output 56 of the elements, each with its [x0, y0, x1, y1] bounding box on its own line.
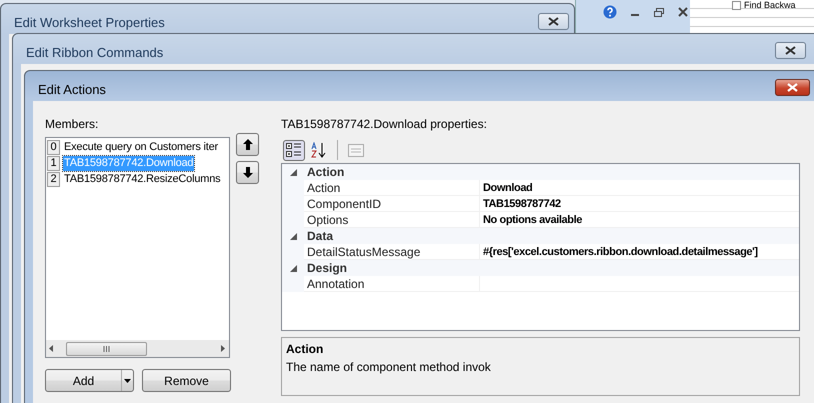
- window-title: Edit Worksheet Properties: [14, 14, 165, 32]
- sort-icon: [311, 142, 327, 158]
- index-label: 1: [47, 156, 60, 170]
- category-label: Design: [306, 260, 348, 276]
- value-field[interactable]: [480, 276, 799, 292]
- window-title: Edit Ribbon Commands: [26, 44, 164, 62]
- property-name[interactable]: ComponentID: [304, 196, 480, 212]
- move-up-button[interactable]: [236, 133, 259, 156]
- members-label: Members:: [45, 116, 100, 133]
- move-down-button[interactable]: [236, 161, 259, 184]
- property-name[interactable]: Action: [304, 180, 480, 196]
- caret-icon: [124, 378, 131, 382]
- restore-icon[interactable]: [654, 8, 664, 16]
- dialog-title: Edit Actions: [38, 81, 106, 99]
- help-icon[interactable]: [603, 5, 617, 19]
- grip-icon: [103, 346, 110, 352]
- collapse-icon[interactable]: [290, 232, 296, 240]
- property-name[interactable]: DetailStatusMessage: [304, 244, 480, 260]
- property-name[interactable]: Annotation: [304, 276, 480, 292]
- member-item[interactable]: TAB1598787742.ResizeColumns: [63, 172, 222, 186]
- horizontal-scrollbar[interactable]: [46, 340, 229, 357]
- collapse-icon[interactable]: [290, 264, 296, 272]
- property-value[interactable]: TAB1598787742: [480, 196, 799, 212]
- properties-label: TAB1598787742.Download properties:: [281, 116, 488, 133]
- categorized-icon: [286, 142, 302, 158]
- member-item[interactable]: Execute query on Customers iter: [63, 140, 219, 154]
- down-arrow-icon: [242, 167, 252, 178]
- members-list[interactable]: 0 Execute query on Customers iter 1 TAB1598787742.Download 2 TAB1598787742.ResizeColumns: [45, 137, 230, 358]
- close-button[interactable]: [538, 13, 569, 30]
- pages-icon: [348, 144, 364, 156]
- remove-button[interactable]: Remove: [142, 369, 231, 392]
- close-button[interactable]: [775, 79, 810, 96]
- index-label: 2: [47, 172, 60, 186]
- categorized-button[interactable]: [283, 140, 305, 160]
- add-button[interactable]: Add: [45, 369, 134, 392]
- close-icon: [787, 83, 798, 92]
- property-value[interactable]: Download: [480, 180, 799, 196]
- close-icon[interactable]: [678, 7, 688, 17]
- collapse-icon[interactable]: [290, 168, 296, 176]
- checkbox-label: Find Backwa: [744, 0, 796, 10]
- property-grid[interactable]: Action Action Download ComponentID TAB1598787742 Options No options available Data DetailStatusMessage #{res['excel.customers.ribbon.download.detailmessage'] Design Annotation: [281, 163, 800, 331]
- scroll-thumb[interactable]: [66, 342, 147, 356]
- close-icon: [785, 46, 796, 55]
- category-label: Action: [306, 164, 344, 180]
- property-value[interactable]: #{res['excel.customers.ribbon.download.detailmessage']: [480, 244, 799, 260]
- close-icon: [548, 17, 559, 26]
- property-name[interactable]: Options: [304, 212, 480, 228]
- scroll-right-icon[interactable]: [221, 345, 225, 352]
- description-title: Action: [286, 341, 324, 358]
- scroll-left-icon[interactable]: [49, 345, 53, 352]
- property-value[interactable]: No options available: [480, 212, 799, 228]
- description-text: The name of component method invok: [286, 359, 492, 376]
- category-label: Data: [306, 228, 334, 244]
- close-button[interactable]: [775, 42, 806, 59]
- up-arrow-icon: [242, 139, 252, 150]
- index-label: 0: [47, 140, 60, 154]
